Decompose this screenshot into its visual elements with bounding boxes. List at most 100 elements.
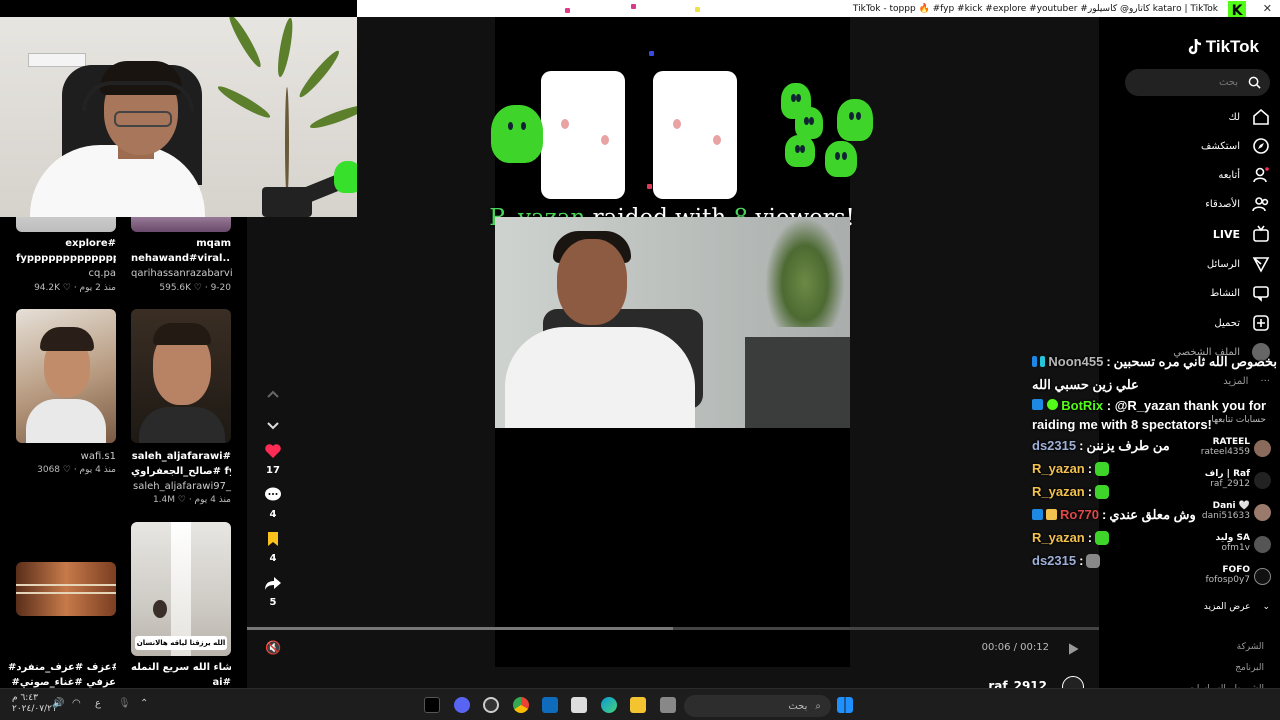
- clock-time: ٦:٤٣ م: [12, 693, 38, 703]
- upload-icon: [1253, 315, 1269, 331]
- chevron-up-icon[interactable]: [263, 385, 283, 405]
- app-icon[interactable]: [660, 697, 676, 713]
- taskbar-search[interactable]: بحث ⌕: [684, 695, 831, 717]
- video-title[interactable]: nehawand#viral...: [131, 253, 231, 264]
- save-action[interactable]: 4: [247, 529, 299, 564]
- video-title[interactable]: ai#: [131, 677, 231, 688]
- comment-icon[interactable]: [263, 485, 283, 505]
- edge-app-icon[interactable]: [601, 697, 617, 713]
- chat-message: Noon455 : بخصوص الله ثاني مره تسحبين: [1032, 350, 1277, 373]
- nav-label: النشاط: [1209, 287, 1240, 299]
- windows-start-icon[interactable]: [837, 697, 853, 713]
- chat-message: ds2315 :: [1032, 549, 1277, 572]
- share-count: 5: [269, 597, 277, 608]
- chat-user: R_yazan: [1032, 530, 1085, 545]
- video-user[interactable]: cq.pa: [16, 268, 117, 279]
- badge-icon: [1032, 509, 1043, 520]
- bookmark-icon[interactable]: [263, 529, 283, 549]
- like-count: 17: [266, 465, 280, 476]
- nav-friends[interactable]: الأصدقاء: [1205, 194, 1270, 214]
- explorer-app-icon[interactable]: [630, 697, 646, 713]
- search-icon[interactable]: [1248, 76, 1261, 89]
- video-title[interactable]: fypppppppppppppp...: [16, 253, 116, 264]
- chat-message: Ro770 : وش معلق عندي: [1032, 503, 1277, 526]
- nav-explore[interactable]: استكشف: [1201, 136, 1270, 156]
- see-more-button[interactable]: عرض المزيد ⌄: [1204, 597, 1270, 617]
- wifi-icon[interactable]: ◠: [72, 698, 81, 709]
- language-indicator[interactable]: ع: [95, 698, 101, 709]
- search-input[interactable]: بحث: [1125, 69, 1270, 96]
- video-caption[interactable]: #غناء #عزف #عزف_منفرد: [8, 662, 116, 673]
- video-user[interactable]: qarihassanrazabarvi: [131, 268, 233, 279]
- see-more-label: عرض المزيد: [1203, 602, 1251, 612]
- nav-label: أتابعه: [1218, 169, 1240, 181]
- tiktok-logo[interactable]: TikTok: [1187, 37, 1259, 57]
- like-action[interactable]: 17: [247, 441, 299, 476]
- playback-time: 00:06 / 00:12: [981, 642, 1049, 653]
- video-title[interactable]: #عزفي #غناء_صوتي: [8, 677, 116, 688]
- footer-link[interactable]: البرنامج: [1188, 658, 1264, 679]
- video-caption[interactable]: saleh_aljafarawi#: [131, 451, 231, 462]
- tiktok-logo-icon: [1188, 38, 1201, 55]
- nav-live[interactable]: LIVE: [1213, 224, 1270, 244]
- window-title: TikTok - toppp 🔥 #fyp #kick #explore #yo…: [852, 3, 1218, 14]
- video-caption[interactable]: ماشاء الله سريع النمله 😂😂: [131, 662, 231, 673]
- share-action[interactable]: 5: [247, 573, 299, 608]
- emote-icon: [1095, 461, 1110, 476]
- comment-action[interactable]: 4: [247, 485, 299, 520]
- nav-label: تحميل: [1214, 317, 1240, 329]
- comment-count: 4: [269, 509, 277, 520]
- bear-right-image: [653, 71, 737, 199]
- close-icon[interactable]: ✕: [1263, 2, 1272, 15]
- kick-logo-icon: K: [1228, 1, 1246, 17]
- video-age: منذ 2 يوم: [79, 283, 116, 293]
- video-thumbnail[interactable]: [16, 562, 116, 616]
- chrome-app-icon[interactable]: [513, 697, 529, 713]
- share-icon[interactable]: [263, 573, 283, 593]
- clock[interactable]: ٦:٤٣ م ٢٠٢٤/٠٧/٢١: [12, 693, 57, 715]
- chevron-down-icon[interactable]: [263, 415, 283, 435]
- nav-activity[interactable]: النشاط: [1210, 283, 1270, 303]
- nav-for-you[interactable]: لك: [1229, 107, 1270, 127]
- chat-text: بخصوص الله ثاني مره تسحبين: [1113, 353, 1277, 369]
- save-count: 4: [269, 553, 277, 564]
- store-app-icon[interactable]: [571, 697, 587, 713]
- chat-user: Noon455: [1048, 354, 1104, 369]
- chat-user: ds2315: [1032, 553, 1077, 568]
- taskbar-search-label: بحث: [788, 700, 808, 712]
- video-thumbnail[interactable]: [131, 309, 231, 443]
- nav-upload[interactable]: تحميل: [1214, 313, 1270, 333]
- like-count: 94.2K: [34, 283, 61, 293]
- video-thumbnail[interactable]: الله يرزقنا لياقه هالانسان :: [131, 522, 231, 656]
- video-meta: 94.2K ♡ · منذ 2 يوم: [34, 283, 116, 293]
- video-title[interactable]: صالح_الجعفراوي# fyp#...: [131, 466, 231, 477]
- like-count: 1.4M: [152, 495, 176, 505]
- video-user[interactable]: wafi.s1: [16, 451, 116, 462]
- mic-icon[interactable]: 🎙: [118, 698, 131, 709]
- speaker-icon[interactable]: 🔊: [52, 698, 64, 709]
- chat-message: R_yazan :: [1032, 480, 1277, 503]
- mute-icon[interactable]: 🔇: [265, 641, 281, 656]
- nav-following[interactable]: أتابعه: [1218, 165, 1270, 185]
- video-thumbnail[interactable]: [16, 309, 116, 443]
- video-overlay-text: الله يرزقنا لياقه هالانسان :: [135, 636, 227, 650]
- chevron-up-icon[interactable]: ⌃: [140, 698, 148, 709]
- discord-app-icon[interactable]: [454, 697, 470, 713]
- video-caption[interactable]: mqam: [131, 238, 231, 249]
- nav-messages[interactable]: الرسائل: [1207, 254, 1270, 274]
- obs-app-icon[interactable]: [483, 697, 499, 713]
- seek-bar[interactable]: [247, 627, 1099, 630]
- tiktok-app-icon[interactable]: [424, 697, 440, 713]
- account-handle: fofosp0y7: [1205, 575, 1250, 585]
- chat-message-cont: علي زين حسبي الله: [1032, 373, 1277, 396]
- seek-progress: [247, 627, 673, 630]
- play-icon[interactable]: [1065, 641, 1081, 657]
- badge-icon: [1032, 356, 1038, 367]
- footer-link[interactable]: الشركة: [1188, 637, 1264, 658]
- heart-icon[interactable]: [263, 441, 283, 461]
- video-player[interactable]: R_yazan raided with 8 viewers! 17 4 4 5 …: [247, 4, 1099, 698]
- video-caption[interactable]: explore#: [16, 238, 116, 249]
- home-icon: [1253, 108, 1269, 125]
- outlook-app-icon[interactable]: [542, 697, 558, 713]
- video-user[interactable]: saleh_aljafarawi97_: [131, 481, 231, 492]
